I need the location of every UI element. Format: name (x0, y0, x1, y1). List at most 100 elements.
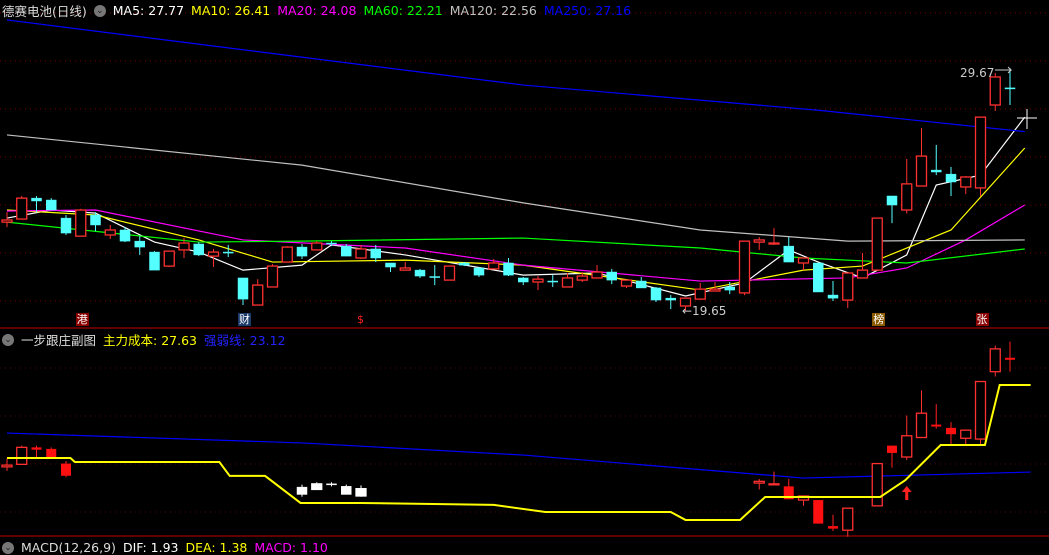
candle (1, 219, 13, 223)
candle (620, 279, 633, 287)
candle (738, 240, 751, 294)
candle (385, 262, 396, 268)
event-tag[interactable]: 榜 (872, 313, 886, 326)
strength-label: 强弱线: 23.12 (204, 333, 286, 348)
macd-title[interactable]: MACD(12,26,9) (21, 540, 116, 555)
candle (341, 245, 352, 257)
candle (974, 116, 987, 189)
sub-candle (753, 480, 765, 484)
candle (871, 217, 883, 271)
sub-candle (842, 507, 854, 531)
sub-candle (931, 424, 942, 427)
candle (281, 246, 293, 263)
candle (459, 262, 470, 266)
candle (960, 176, 972, 188)
candle (399, 267, 411, 271)
candle (797, 257, 810, 264)
candle (665, 297, 676, 301)
ma-line-ma250 (6, 19, 1025, 133)
candle (473, 267, 485, 276)
event-tag[interactable]: 财 (238, 313, 251, 326)
candle (518, 277, 529, 283)
sub-candle (887, 445, 897, 453)
candle (16, 197, 28, 220)
candle (60, 217, 72, 234)
candle (753, 239, 765, 243)
candle (370, 248, 381, 259)
sub-candle (1005, 357, 1015, 360)
candle (813, 262, 824, 293)
chevron-down-icon[interactable]: ⌄ (2, 333, 14, 346)
candle (414, 269, 426, 277)
candle (547, 280, 558, 283)
candle (709, 288, 721, 292)
sub-candle (989, 348, 1001, 373)
candle (503, 262, 514, 276)
candle (237, 277, 249, 300)
chevron-down-icon[interactable]: ⌄ (2, 541, 14, 554)
candle (223, 251, 234, 254)
sub-candle (828, 526, 838, 529)
candle (46, 199, 57, 211)
candle (915, 155, 928, 187)
ma20-label: MA20: 24.08 (277, 3, 357, 18)
candle (945, 173, 957, 183)
candle (178, 242, 190, 251)
event-tag[interactable]: 港 (75, 313, 89, 326)
high-price-label: 29.67 (960, 66, 995, 80)
macd-value-label: MACD: 1.10 (254, 540, 328, 555)
candle (1004, 87, 1016, 90)
sub-candle (901, 435, 913, 458)
candle (252, 284, 264, 306)
candle (827, 294, 839, 299)
candle (856, 269, 869, 279)
sub-candle (946, 427, 956, 435)
candle (266, 265, 279, 288)
sub-chart-title[interactable]: 一步跟庄副图 (21, 330, 96, 349)
candle (355, 248, 367, 259)
candle (842, 272, 854, 301)
sub-candle (1, 464, 13, 468)
event-tag[interactable]: 张 (975, 313, 989, 326)
candle (31, 197, 42, 202)
sub-candle (915, 412, 928, 439)
candle (90, 214, 101, 226)
ma10-label: MA10: 26.41 (191, 3, 271, 18)
ma250-label: MA250: 27.16 (543, 3, 632, 18)
candle (443, 265, 456, 281)
macd-legend: ⌄ MACD(12,26,9) DIF: 1.93 DEA: 1.38 MACD… (2, 540, 328, 555)
sub-candle (355, 488, 367, 497)
candle (724, 286, 735, 291)
candle (149, 251, 160, 271)
sub-candle (341, 486, 352, 495)
ma60-label: MA60: 22.21 (363, 3, 443, 18)
sub-candle (960, 429, 972, 439)
sub-candle (813, 500, 824, 524)
candle (989, 76, 1001, 106)
stock-title[interactable]: 德赛电池(日线) (2, 1, 87, 20)
candle (931, 169, 942, 173)
candle (296, 246, 308, 257)
candle (650, 287, 662, 301)
candle (134, 240, 145, 248)
sub-legend: ⌄ 一步跟庄副图 主力成本: 27.63 强弱线: 23.12 (2, 330, 285, 349)
sub-candle (46, 448, 57, 458)
candle (561, 277, 574, 288)
candle (75, 209, 87, 237)
dea-label: DEA: 1.38 (185, 540, 248, 555)
candle (193, 243, 204, 256)
candle (576, 275, 588, 281)
kline-chart[interactable] (0, 0, 1049, 549)
candle (591, 271, 603, 279)
sub-candle (31, 447, 42, 450)
main-legend: 德赛电池(日线) ⌄ MA5: 27.77 MA10: 26.41 MA20: … (2, 1, 631, 20)
event-tag[interactable]: $ (356, 313, 365, 326)
arrow-icon (995, 66, 1013, 74)
sub-candle (61, 463, 71, 476)
up-arrow-icon (901, 486, 912, 500)
candle (532, 278, 544, 283)
sub-candle (296, 486, 308, 495)
chevron-down-icon[interactable]: ⌄ (93, 4, 106, 17)
candle (488, 262, 500, 270)
cost-label: 主力成本: 27.63 (103, 333, 197, 348)
